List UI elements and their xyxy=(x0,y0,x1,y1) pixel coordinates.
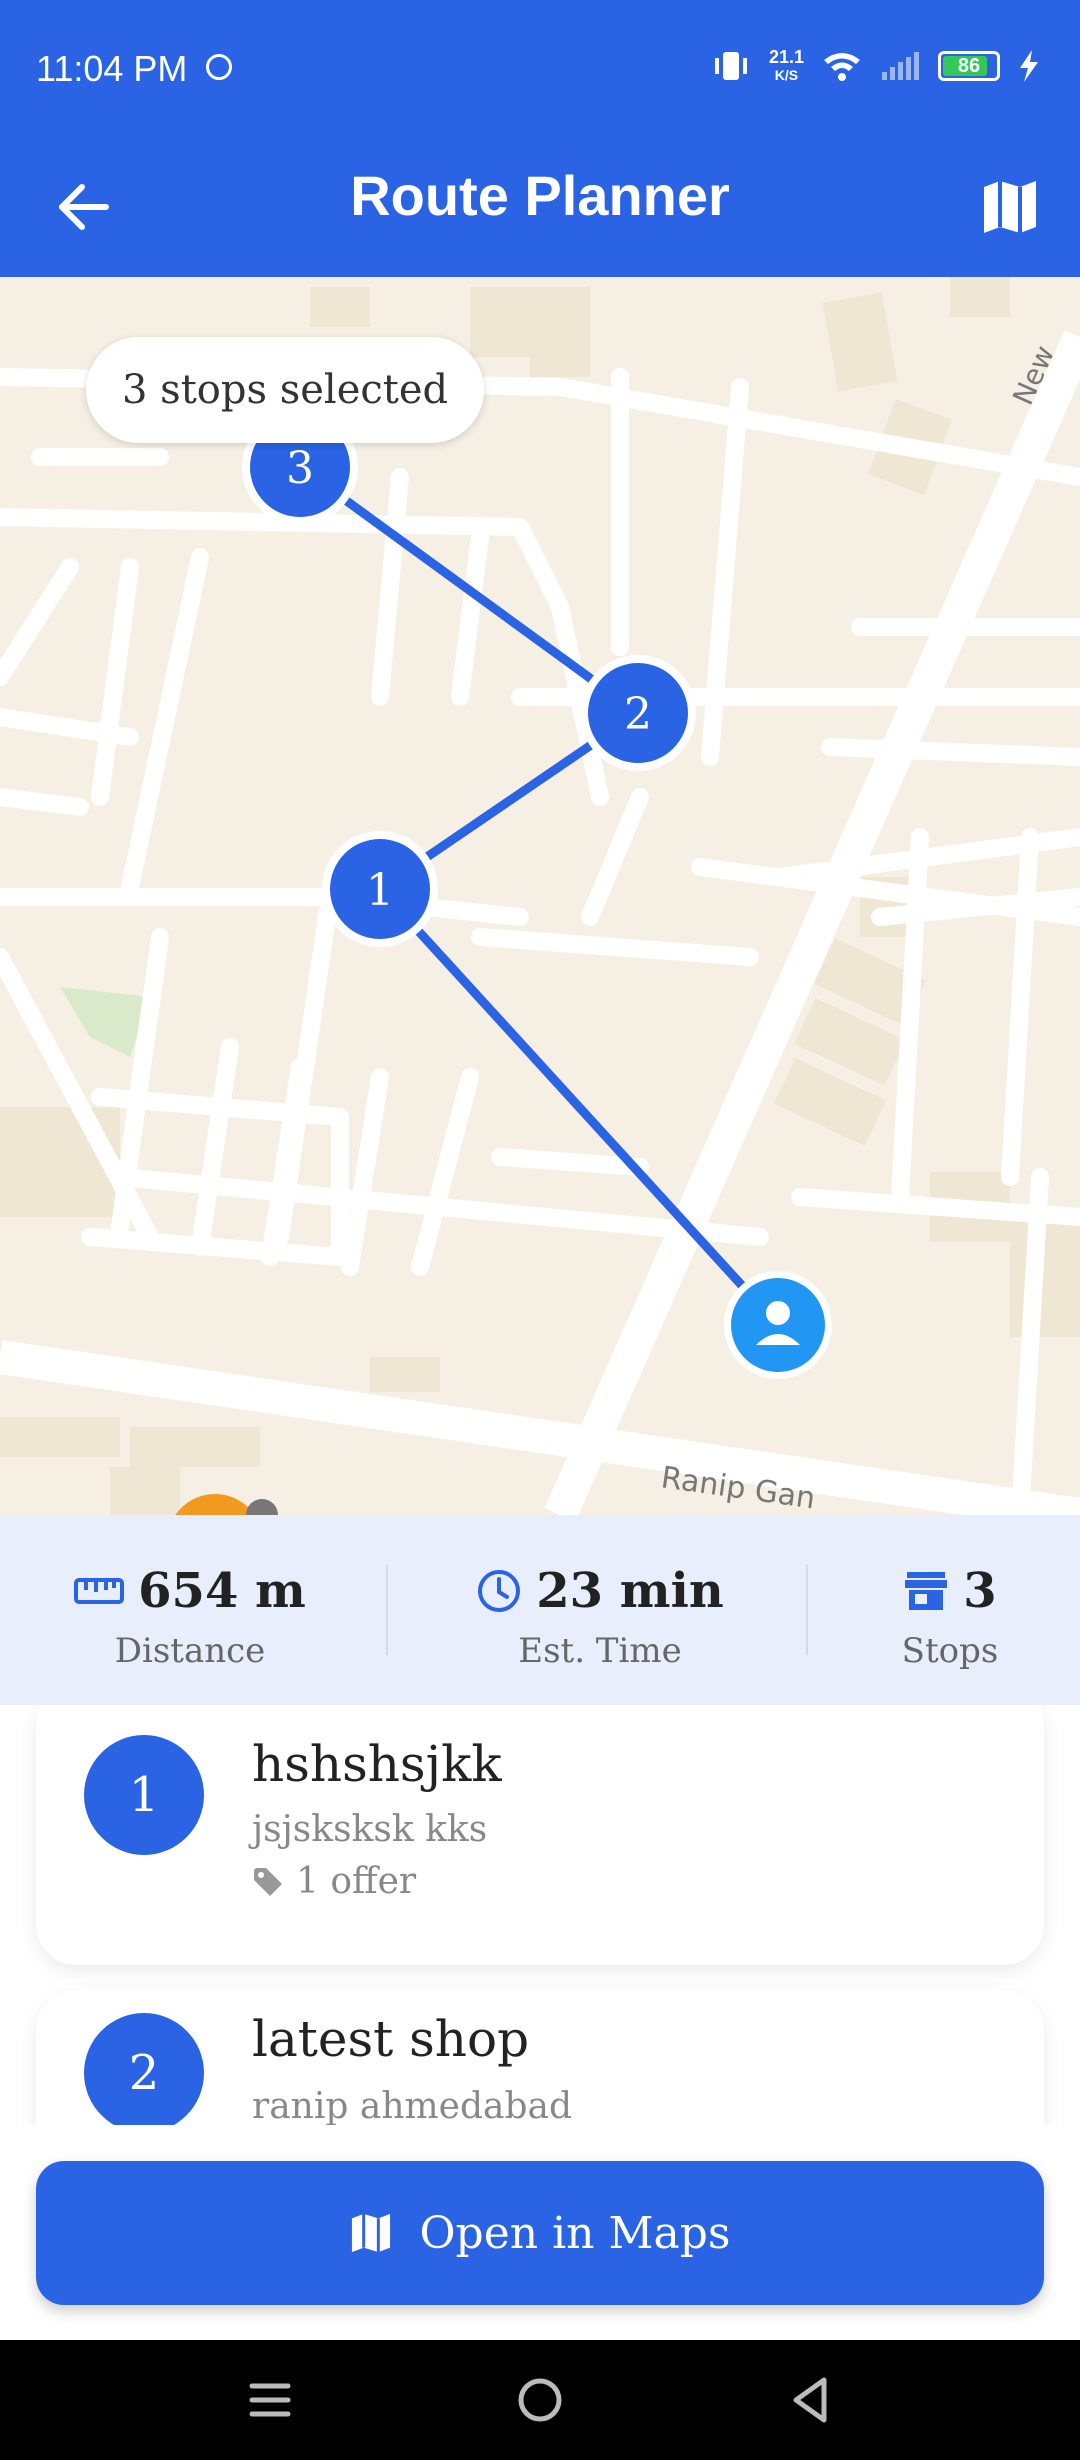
distance-stat: 654 m Distance xyxy=(50,1563,330,1671)
stop-marker-2[interactable]: 2 xyxy=(580,655,696,771)
stop-card-1[interactable]: 1 hshshsjkk jsjsksksk kks 1 offer xyxy=(36,1705,1044,1965)
shop-address: ranip ahmedabad xyxy=(252,2086,573,2125)
shop-name: hshshsjkk xyxy=(252,1735,502,1793)
system-nav-bar xyxy=(0,2340,1080,2460)
stops-label: Stops xyxy=(901,1631,999,1671)
recent-apps-button[interactable] xyxy=(230,2364,310,2436)
map-view-button[interactable] xyxy=(974,171,1046,243)
time-label: Est. Time xyxy=(518,1631,682,1671)
stop-number-badge: 1 xyxy=(84,1735,204,1855)
stop-marker-1-label: 1 xyxy=(366,865,394,916)
status-icons: 21.1 K/S 86 xyxy=(711,40,1040,92)
stops-value: 3 xyxy=(963,1563,997,1619)
stop-marker-3-label: 3 xyxy=(286,443,314,494)
status-bar: 11:04 PM 21.1 K/S 86 xyxy=(0,0,1080,135)
offer-count: 1 offer xyxy=(296,1861,417,1902)
stat-divider xyxy=(806,1565,808,1655)
shop-address: jsjsksksk kks xyxy=(252,1809,488,1850)
time-value: 23 min xyxy=(536,1563,724,1619)
stops-selected-pill: 3 stops selected xyxy=(86,337,485,443)
distance-label: Distance xyxy=(114,1631,266,1671)
stop-card-2[interactable]: 2 latest shop ranip ahmedabad xyxy=(36,1990,1044,2125)
ruler-icon xyxy=(74,1578,125,1604)
route-stats: 654 m Distance 23 min Est. Time 3 Stops xyxy=(0,1515,1080,1705)
home-button[interactable] xyxy=(500,2364,580,2436)
user-location-marker[interactable] xyxy=(724,1271,832,1379)
map-icon xyxy=(984,181,1036,233)
charging-icon xyxy=(1020,50,1038,82)
clock-icon xyxy=(478,1570,521,1612)
open-in-maps-label: Open in Maps xyxy=(419,2207,731,2259)
triangle-back-icon xyxy=(793,2377,827,2423)
route-map[interactable]: Ranip Gan New 3 2 1 3 stops selected xyxy=(0,277,1080,1515)
person-icon xyxy=(766,1301,790,1325)
bottom-action-area: Open in Maps xyxy=(0,2125,1080,2340)
net-speed-value: 21.1 xyxy=(768,47,804,67)
stat-divider xyxy=(386,1565,388,1655)
battery-icon: 86 xyxy=(938,51,1000,81)
map-icon xyxy=(352,2213,391,2253)
open-in-maps-button[interactable]: Open in Maps xyxy=(36,2161,1044,2305)
shop-name: latest shop xyxy=(252,2010,530,2068)
other-pin-badge xyxy=(246,1499,278,1515)
stop-marker-1[interactable]: 1 xyxy=(322,831,438,947)
wifi-icon xyxy=(824,53,860,81)
network-speed: 21.1 K/S xyxy=(769,48,804,84)
status-time: 11:04 PM xyxy=(36,48,188,89)
shop-offers: 1 offer xyxy=(252,1861,416,1902)
menu-icon xyxy=(249,2383,291,2417)
stop-list[interactable]: 1 hshshsjkk jsjsksksk kks 1 offer 2 late… xyxy=(0,1705,1080,2125)
notification-icon xyxy=(206,54,232,80)
distance-value: 654 m xyxy=(138,1563,306,1619)
map-canvas: Ranip Gan New 3 2 1 xyxy=(0,277,1080,1515)
tag-icon xyxy=(254,1867,282,1896)
stops-stat: 3 Stops xyxy=(850,1563,1050,1671)
vibrate-icon xyxy=(714,52,747,80)
stop-number-badge: 2 xyxy=(84,2013,204,2125)
store-icon xyxy=(905,1572,948,1610)
back-nav-button[interactable] xyxy=(770,2364,850,2436)
net-speed-unit: K/S xyxy=(774,67,799,83)
signal-icon xyxy=(882,52,919,80)
page-title: Route Planner xyxy=(350,164,730,227)
app-bar: Route Planner xyxy=(0,135,1080,277)
stop-marker-2-label: 2 xyxy=(624,689,652,740)
battery-level: 86 xyxy=(957,54,981,77)
time-stat: 23 min Est. Time xyxy=(440,1563,760,1671)
home-circle-icon xyxy=(518,2378,562,2422)
